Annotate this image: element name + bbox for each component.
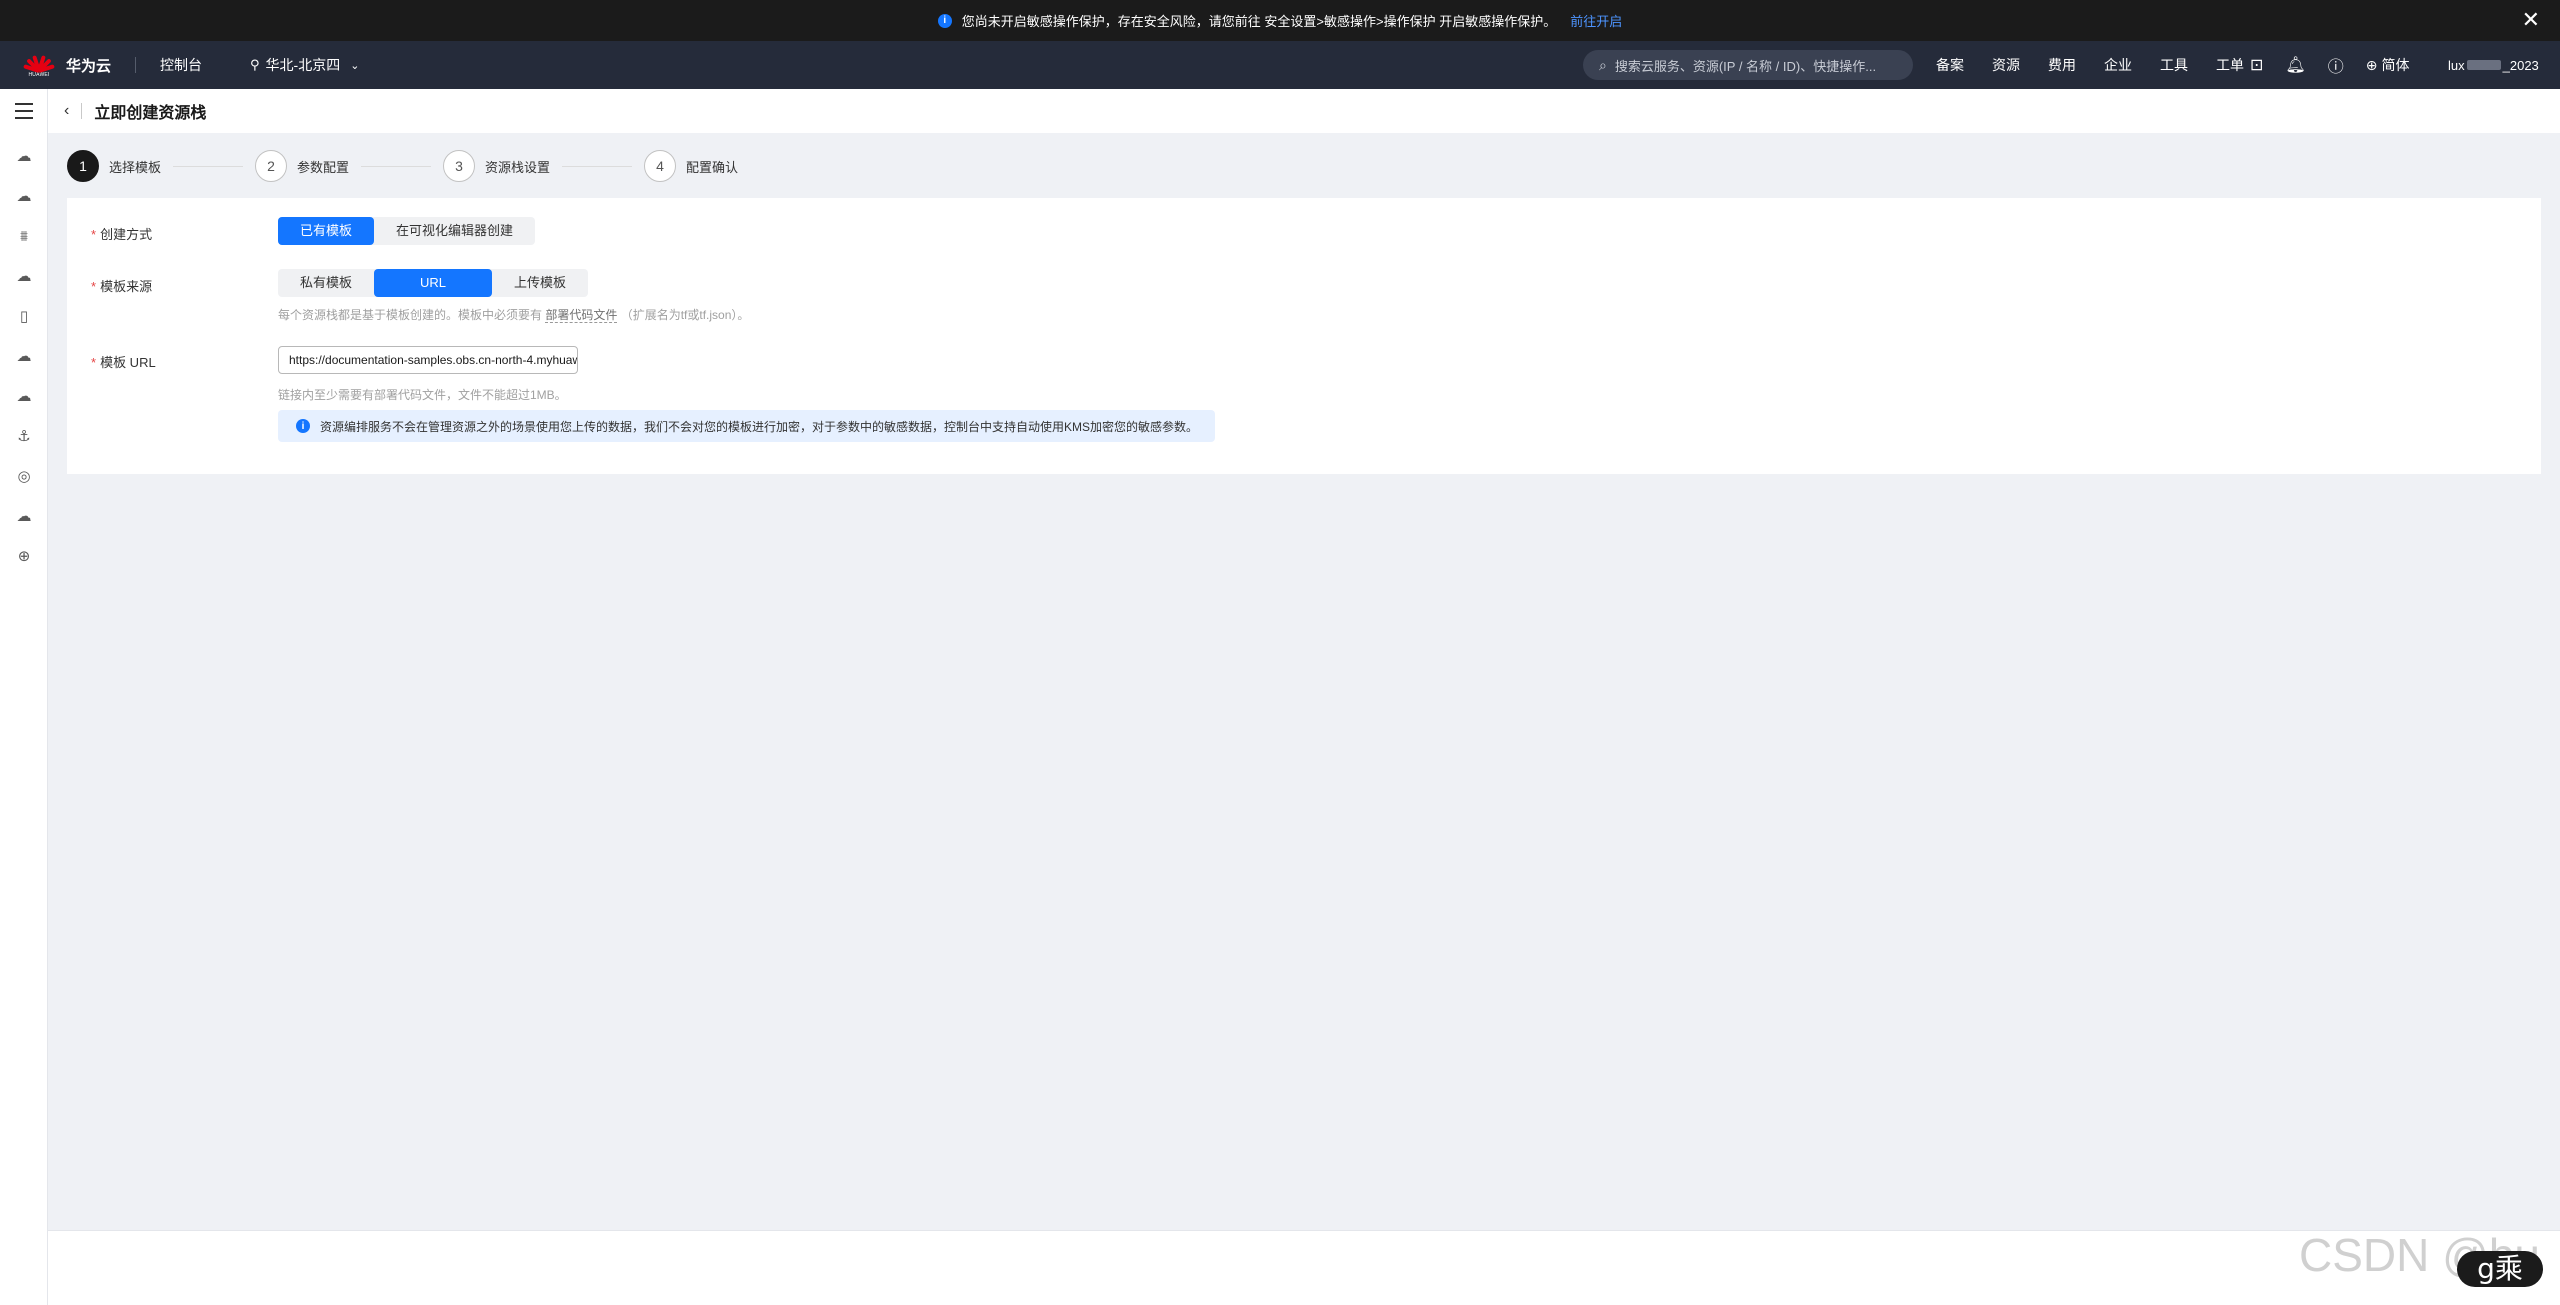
back-arrow-icon[interactable]: ‹ [64,102,69,120]
template-source-label: * 模板来源 [91,276,152,295]
cloud-storage-icon[interactable]: ☁ [14,187,34,207]
step-confirm: 4 配置确认 [644,150,738,182]
language-label: 简体 [2381,57,2410,73]
cloud-upload-icon[interactable]: ☁ [14,267,34,287]
step-connector [173,165,244,167]
info-icon: i [937,13,952,28]
step-parameter-config: 2 参数配置 [255,150,349,182]
option-visual-editor[interactable]: 在可视化编辑器创建 [374,217,535,245]
template-form-card: * 创建方式 已有模板 在可视化编辑器创建 * 模板来源 私有模板 URL 上传模板… [67,198,2541,474]
create-method-label: * 创建方式 [91,224,152,243]
username-prefix: lux [2448,57,2465,73]
template-url-input[interactable]: https://documentation-samples.obs.cn-nor… [278,346,578,374]
document-icon[interactable]: ▯ [14,307,34,327]
step-stack-settings: 3 资源栈设置 [443,150,550,182]
info-icon: i [296,419,310,433]
menu-icon[interactable] [15,103,33,124]
username-suffix: _2023 [2502,57,2539,73]
alert-text: 资源编排服务不会在管理资源之外的场景使用您上传的数据，我们不会对您的模板进行加密… [320,419,1199,434]
security-notice-bar: i 您尚未开启敏感操作保护，存在安全风险，请您前往 安全设置>敏感操作>操作保护… [0,0,2560,41]
nav-tickets[interactable]: 工单 [2216,55,2244,75]
petal-logo-icon [23,53,55,73]
console-link[interactable]: 控制台 [160,55,202,75]
option-url[interactable]: URL [374,269,493,297]
page-title: 立即创建资源栈 [94,105,207,122]
page-subheader: ‹ 立即创建资源栈 [48,89,2560,133]
anchor-icon[interactable]: ⚓︎ [14,427,34,447]
location-pin-icon: ⚲ [250,57,260,72]
region-label: 华北-北京四 [265,57,341,73]
step-label: 资源栈设置 [485,159,551,175]
huawei-logo[interactable]: HUAWEI [23,53,55,78]
cloud-service-icon[interactable]: ☁ [14,147,34,167]
nav-filing[interactable]: 备案 [1936,55,1964,75]
template-source-help: 每个资源栈都是基于模板创建的。模板中必须要有 部署代码文件 （扩展名为tf或tf… [278,306,749,323]
option-upload-template[interactable]: 上传模板 [492,269,588,297]
template-source-toggle: 私有模板 URL 上传模板 [278,269,589,297]
template-source-label-text: 模板来源 [100,279,153,294]
template-url-label: * 模板 URL [91,352,156,371]
create-method-toggle: 已有模板 在可视化编辑器创建 [278,217,536,245]
enable-protection-link[interactable]: 前往开启 [1570,11,1622,30]
cloud-network-icon[interactable]: ☁ [14,387,34,407]
brand-name[interactable]: 华为云 [66,55,111,76]
template-url-help: 链接内至少需要有部署代码文件，文件不能超过1MB。 [278,388,567,402]
create-method-label-text: 创建方式 [100,227,153,242]
help-text-suffix: （扩展名为tf或tf.json）。 [620,308,750,322]
step-number: 1 [67,150,99,182]
wizard-steps: 1 选择模板 2 参数配置 3 资源栈设置 4 配置确认 [67,150,738,182]
user-account-menu[interactable]: lux _2023 [2448,41,2539,89]
step-label: 选择模板 [109,159,162,175]
step-select-template: 1 选择模板 [67,150,161,182]
left-service-sidebar: ☁ ☁ ⩩ ☁ ▯ ☁ ☁ ⚓︎ ◎ ☁ ⊕ [0,89,48,1305]
help-icon[interactable]: ⓘ [2328,53,2344,77]
nav-enterprise[interactable]: 企业 [2104,55,2132,75]
nav-resources[interactable]: 资源 [1992,55,2020,75]
nav-tools[interactable]: 工具 [2160,55,2188,75]
search-placeholder: 搜索云服务、资源(IP / 名称 / ID)、快捷操作... [1614,58,1877,74]
header-divider [135,57,137,73]
required-mark: * [91,279,97,294]
search-icon: ⌕ [1599,56,1607,73]
encryption-info-alert: i 资源编排服务不会在管理资源之外的场景使用您上传的数据，我们不会对您的模板进行… [278,410,1215,442]
bridge-icon[interactable]: ⩩ [14,227,34,247]
username-mask [2466,60,2501,70]
step-number: 2 [255,150,288,182]
bell-icon[interactable]: 🔔︎ [2285,55,2305,75]
nav-billing[interactable]: 费用 [2048,55,2076,75]
option-private-template[interactable]: 私有模板 [278,269,374,297]
chat-assistant-button[interactable]: g乘 [2457,1251,2543,1287]
step-number: 3 [443,150,476,182]
cloud-user-icon[interactable]: ☁ [14,507,34,527]
top-header: HUAWEI 华为云 控制台 ⚲ 华北-北京四 ⌄ ⌕ 搜索云服务、资源(IP … [0,41,2560,89]
cloud-icon[interactable]: ☁ [14,347,34,367]
step-connector [361,165,432,167]
subheader-divider [81,103,83,119]
template-url-label-text: 模板 URL [100,355,156,370]
notice-text: 您尚未开启敏感操作保护，存在安全风险，请您前往 安全设置>敏感操作>操作保护 开… [961,14,1557,29]
deploy-code-file-link[interactable]: 部署代码文件 [545,308,618,323]
help-text: 每个资源栈都是基于模板创建的。模板中必须要有 [278,308,543,322]
chevron-down-icon: ⌄ [350,59,360,72]
option-existing-template[interactable]: 已有模板 [278,217,375,245]
region-selector[interactable]: ⚲ 华北-北京四 ⌄ [250,55,359,75]
header-nav: 备案 资源 费用 企业 工具 工单 [1936,41,2272,89]
global-search-input[interactable]: ⌕ 搜索云服务、资源(IP / 名称 / ID)、快捷操作... [1583,50,1913,80]
step-label: 配置确认 [686,159,739,175]
globe-icon: ⊕ [2365,56,2378,73]
page-footer [48,1230,2560,1305]
compass-icon[interactable]: ◎ [14,467,34,487]
global-network-icon[interactable]: ⊕ [14,547,34,567]
required-mark: * [91,355,97,370]
step-number: 4 [644,150,677,182]
close-icon[interactable]: ✕ [2522,8,2540,32]
step-label: 参数配置 [297,159,350,175]
required-mark: * [91,227,97,242]
step-connector [562,165,633,167]
header-icons: ⊡ 🔔︎ ⓘ ⊕ 简体 [2250,41,2431,89]
terminal-icon[interactable]: ⊡ [2250,55,2263,75]
language-switch[interactable]: ⊕ 简体 [2366,55,2410,75]
